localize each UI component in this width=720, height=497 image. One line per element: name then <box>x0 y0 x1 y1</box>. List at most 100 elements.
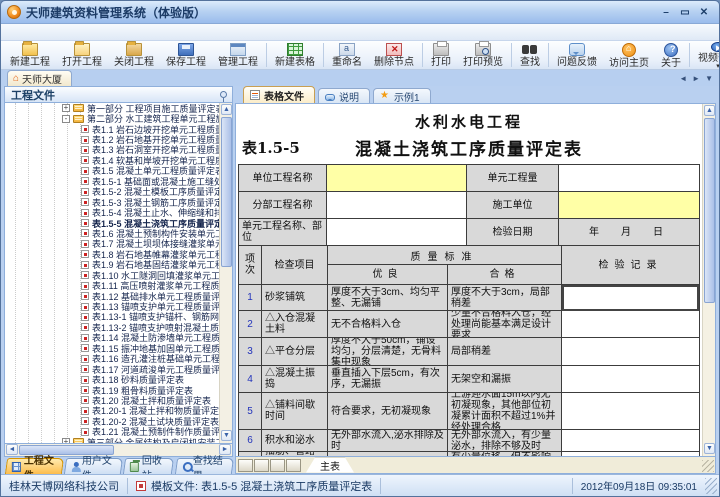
tab-scroll-right-icon[interactable]: ► <box>692 74 700 83</box>
toolbar-button[interactable]: 打印 <box>425 41 457 69</box>
bottom-tab[interactable]: 回收站 <box>123 456 175 482</box>
tree-vertical-scrollbar[interactable]: ▲ ▼ <box>219 103 232 443</box>
tree-expander-icon[interactable]: - <box>62 114 70 123</box>
bottom-tab[interactable]: 查找结果 <box>174 456 235 482</box>
sheet-nav-button[interactable] <box>254 458 269 472</box>
scroll-down-icon[interactable]: ▼ <box>704 443 715 454</box>
info-value-field[interactable] <box>327 219 467 246</box>
record-cell[interactable] <box>562 338 699 366</box>
tree-item[interactable]: 表1.3 岩石洞室开挖单元工程质量评 <box>5 145 219 155</box>
tree-item[interactable]: 表1.4 软基和岸坡开挖单元工程质量 <box>5 155 219 166</box>
tree-item[interactable]: 表1.5-5 混凝土浇筑工序质量评定 <box>5 218 219 228</box>
tree-item[interactable]: 表1.7 混凝土坝坝体接缝灌浆单元工 <box>5 239 219 249</box>
toolbar-button[interactable] <box>323 43 324 67</box>
toolbar-button[interactable] <box>689 43 690 67</box>
tree-item[interactable]: 表1.5-1 基础面或混凝土施工缝处理 <box>5 176 219 187</box>
tree-item[interactable]: 表1.18 砂料质量评定表 <box>5 374 219 385</box>
record-cell[interactable] <box>562 311 699 338</box>
scroll-up-icon[interactable]: ▲ <box>221 104 232 115</box>
toolbar-button[interactable]: 打开工程 <box>56 41 108 69</box>
record-cell[interactable] <box>562 366 699 393</box>
close-button[interactable]: ✕ <box>696 5 712 19</box>
pin-icon[interactable] <box>220 91 227 102</box>
sheet-nav-button[interactable] <box>238 458 253 472</box>
toolbar-button[interactable]: 关于 <box>655 41 687 69</box>
tree-item[interactable]: 表1.16 造孔灌注桩基础单元工程质 <box>5 354 219 364</box>
tree-item[interactable]: 表1.20-1 混凝土拌和物质量评定表 <box>5 406 219 416</box>
tree-scrollbar-thumb[interactable] <box>221 117 232 267</box>
scroll-up-icon[interactable]: ▲ <box>704 105 715 116</box>
tab-scroll-left-icon[interactable]: ◄ <box>679 74 687 83</box>
toolbar-button[interactable]: 查找 <box>514 41 546 69</box>
record-cell[interactable] <box>562 393 699 430</box>
project-tab[interactable]: ⌂ 天师大厦 <box>7 70 73 86</box>
info-value-field[interactable] <box>327 165 467 192</box>
tree-item[interactable]: 表1.5-3 混凝土钢筋工序质量评定 <box>5 197 219 207</box>
toolbar-button[interactable]: 新建工程 <box>4 41 56 69</box>
tree-item[interactable]: 表1.5-2 混凝土模板工序质量评定 <box>5 187 219 197</box>
sheet-nav-button[interactable] <box>286 458 301 472</box>
tree-item[interactable]: 表1.5-4 混凝土止水、伸缩缝和排水 <box>5 207 219 218</box>
tree-item[interactable]: 表1.11 高压喷射灌浆单元工程质量 <box>5 280 219 291</box>
resize-grip-icon[interactable] <box>702 460 714 472</box>
tree-item[interactable]: + 第一部分 工程项目施工质量评定表 <box>5 103 219 113</box>
toolbar-button[interactable]: 访问主页 <box>603 41 655 69</box>
toolbar-button[interactable]: 视频帮助 ▾ <box>692 41 719 70</box>
tree-item[interactable]: 表1.15 振冲地基加固单元工程质量 <box>5 343 219 354</box>
tree-item[interactable]: 表1.20 混凝土拌和质量评定表 <box>5 395 219 406</box>
tree-item[interactable]: - 第二部分 水工建筑工程单元工程施工 <box>5 113 219 124</box>
scroll-left-icon[interactable]: ◄ <box>6 444 18 455</box>
bottom-tab[interactable]: 工程文件 <box>4 456 65 482</box>
toolbar-button[interactable]: 关闭工程 <box>108 41 160 69</box>
toolbar-button[interactable]: 打印预览 <box>457 41 509 69</box>
info-value-field[interactable] <box>559 165 699 192</box>
tree-expander-icon[interactable]: + <box>62 438 70 443</box>
tree-item[interactable]: 表1.1 岩石边坡开挖单元工程质量评 <box>5 124 219 134</box>
record-cell[interactable] <box>562 430 699 452</box>
toolbar-button[interactable]: 删除节点 <box>368 41 420 69</box>
document-vertical-scrollbar[interactable]: ▲ ▼ <box>702 104 715 456</box>
tree-item[interactable]: 表1.5 混凝土单元工程质量评定表 <box>5 166 219 176</box>
tree-expander-icon[interactable]: + <box>62 104 70 113</box>
document-tab[interactable]: 说明 <box>318 88 370 104</box>
toolbar-button[interactable]: 新建表格 <box>269 41 321 69</box>
record-cell[interactable] <box>562 285 699 311</box>
scroll-down-icon[interactable]: ▼ <box>221 430 232 441</box>
tree-item[interactable]: 表1.9 岩石地基固结灌浆单元工程 <box>5 260 219 270</box>
tree-item[interactable]: 表1.20-2 混凝土试块质量评定表 <box>5 416 219 427</box>
toolbar-button[interactable] <box>422 43 423 67</box>
bottom-tab[interactable]: 用户文件 <box>64 456 124 482</box>
toolbar-button[interactable] <box>511 43 512 67</box>
toolbar-button[interactable]: 问题反馈 <box>551 41 603 69</box>
info-value-field[interactable] <box>327 192 467 219</box>
info-value-field[interactable]: 年 月 日 <box>559 219 699 246</box>
tree-item[interactable]: 表1.13-1 锚喷支护锚杆、钢筋网质 <box>5 312 219 322</box>
tree-item[interactable]: 表1.8 岩石地基帷幕灌浆单元工程 <box>5 249 219 260</box>
tree-item[interactable]: 表1.10 水工隧洞回填灌浆单元工程 <box>5 270 219 280</box>
tree-item[interactable]: 表1.14 混凝土防渗墙单元工程质量 <box>5 333 219 343</box>
tree-item[interactable]: 表1.6 混凝土预制构件安装单元工程 <box>5 228 219 239</box>
tree-item[interactable]: 表1.17 河道疏浚单元工程质量评定 <box>5 364 219 374</box>
document-tab[interactable]: ★ 示例1 <box>373 88 431 104</box>
tree-item[interactable]: 表1.12 基础排水单元工程质量评定 <box>5 291 219 301</box>
sheet-nav-button[interactable] <box>270 458 285 472</box>
document-tab[interactable]: 表格文件 <box>243 86 315 103</box>
sheet-tab-main[interactable]: 主表 <box>306 458 354 473</box>
toolbar-button[interactable] <box>548 43 549 67</box>
toolbar-button[interactable]: 管理工程 <box>212 41 264 69</box>
tree-item[interactable]: 表1.21 混凝土预制件制作质量评 <box>5 427 219 437</box>
toolbar-button[interactable] <box>266 43 267 67</box>
tree-item[interactable]: 表1.13 锚喷支护单元工程质量评定 <box>5 301 219 312</box>
info-value-field[interactable] <box>559 192 699 219</box>
minimize-button[interactable]: – <box>658 5 674 19</box>
maximize-button[interactable]: ▭ <box>677 5 693 19</box>
toolbar-button[interactable]: 保存工程 <box>160 41 212 69</box>
tree-item[interactable]: + 第三部分 金属结构及启闭机安装工 <box>5 437 219 443</box>
tree-item[interactable]: 表1.19 粗骨料质量评定表 <box>5 385 219 395</box>
record-cell[interactable] <box>562 452 699 456</box>
toolbar-button[interactable]: 重命名 <box>326 41 368 69</box>
document-scrollbar-thumb[interactable] <box>704 118 715 303</box>
tab-more-icon[interactable]: ▼ <box>705 74 713 83</box>
tree-item[interactable]: 表1.13-2 锚喷支护喷射混凝土质量 <box>5 322 219 333</box>
tree-item[interactable]: 表1.2 岩石地基开挖单元工程质量评 <box>5 134 219 145</box>
